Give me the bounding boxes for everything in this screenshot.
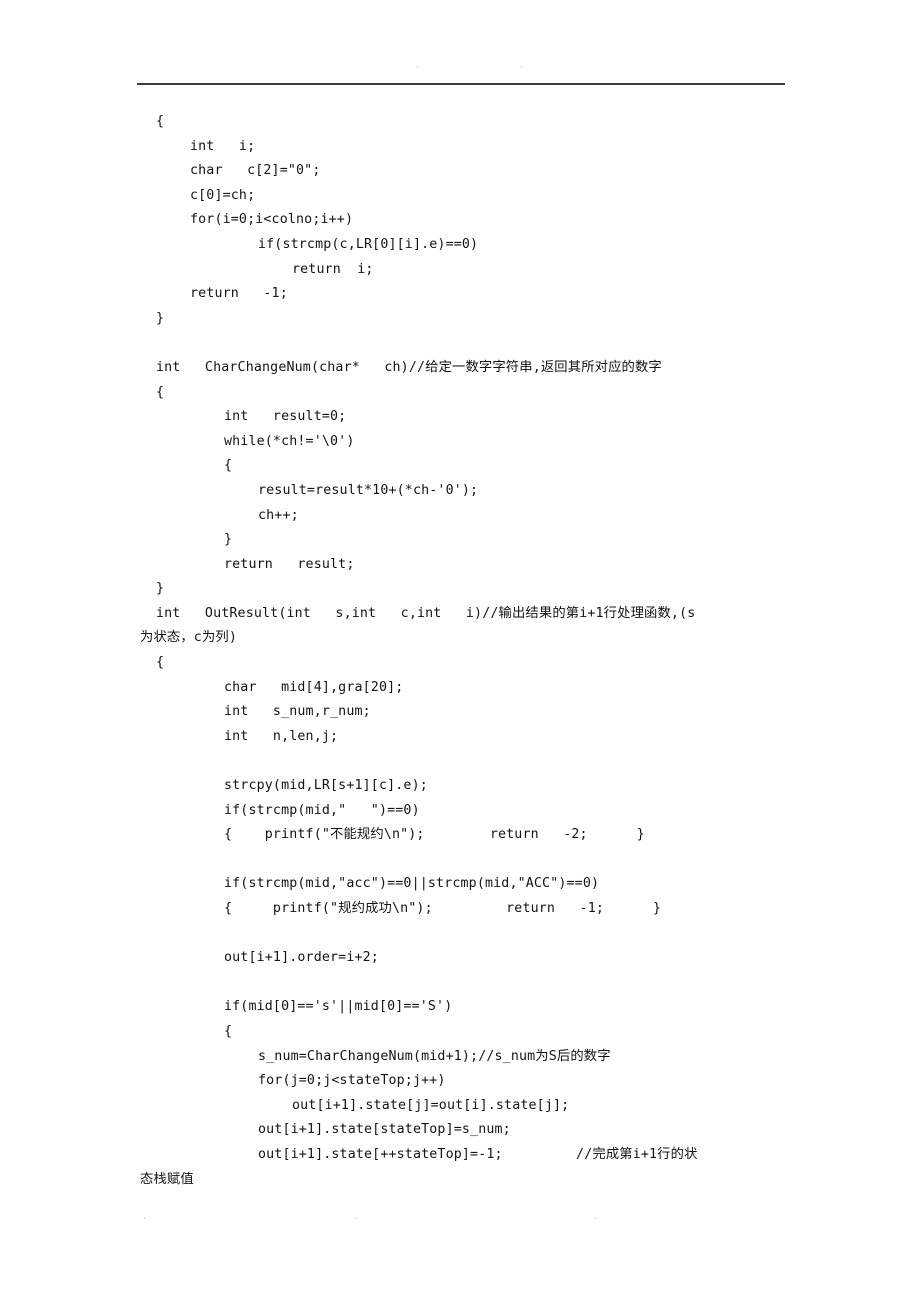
code-line: ch++; — [258, 507, 299, 523]
code-line: out[i+1].state[j]=out[i].state[j]; — [292, 1097, 570, 1113]
code-line: result=result*10+(*ch-'0'); — [258, 482, 479, 498]
code-line: } — [156, 581, 165, 597]
code-line: 为状态，c为列) — [140, 630, 237, 646]
code-line: int CharChangeNum(char* ch)//给定一数字字符串,返回… — [156, 359, 662, 375]
code-line: if(mid[0]=='s'||mid[0]=='S') — [224, 999, 453, 1015]
document-page: · · { int i; char c[2]="0"; c[0]=ch; for(i=0… — [0, 0, 920, 1302]
footer-mark: · — [143, 1214, 146, 1224]
code-line: { — [156, 114, 165, 129]
code-line: char c[2]="0"; — [190, 163, 321, 179]
code-line: if(strcmp(c,LR[0][i].e)==0) — [258, 236, 479, 252]
code-line: while(*ch!='\0') — [224, 433, 355, 449]
code-line: int n,len,j; — [224, 728, 339, 744]
code-line: { — [224, 1023, 233, 1039]
footer-mark: · — [594, 1214, 597, 1224]
code-line: if(strcmp(mid," ")==0) — [224, 802, 420, 818]
code-line: int i; — [190, 138, 256, 154]
header-marks: · · — [137, 62, 785, 82]
code-line: 态栈赋值 — [140, 1171, 194, 1187]
code-line: strcpy(mid,LR[s+1][c].e); — [224, 778, 428, 794]
code-line: { — [156, 384, 165, 400]
header-rule-divider — [137, 83, 785, 85]
code-line: int OutResult(int s,int c,int i)//输出结果的第… — [156, 605, 696, 621]
header-mark: · — [416, 63, 419, 73]
code-line: return result; — [224, 556, 355, 572]
code-line: out[i+1].order=i+2; — [224, 950, 379, 966]
code-line: s_num=CharChangeNum(mid+1);//s_num为S后的数字 — [258, 1048, 611, 1064]
code-line: int result=0; — [224, 409, 347, 425]
code-line: out[i+1].state[++stateTop]=-1; //完成第i+1行… — [258, 1146, 698, 1162]
code-line: { — [156, 655, 165, 671]
code-line: return i; — [292, 261, 374, 277]
code-line: { — [224, 458, 233, 474]
code-line: for(j=0;j<stateTop;j++) — [258, 1073, 446, 1089]
code-line: out[i+1].state[stateTop]=s_num; — [258, 1122, 511, 1138]
code-line: } — [224, 532, 233, 548]
code-line: if(strcmp(mid,"acc")==0||strcmp(mid,"ACC… — [224, 876, 600, 892]
page-header: · · — [137, 62, 785, 88]
code-line: c[0]=ch; — [190, 187, 256, 203]
footer-mark: · — [355, 1214, 358, 1224]
code-line: } — [156, 310, 165, 326]
page-footer: · · · — [137, 1215, 785, 1235]
code-line: int s_num,r_num; — [224, 704, 371, 720]
code-line: return -1; — [190, 286, 288, 302]
header-mark: · — [520, 63, 523, 73]
code-line: char mid[4],gra[20]; — [224, 679, 404, 695]
code-body: { int i; char c[2]="0"; c[0]=ch; for(i=0;i<c… — [140, 110, 840, 1192]
code-line: { printf("规约成功\n"); return -1; } — [224, 901, 662, 916]
code-line: { printf("不能规约\n"); return -2; } — [224, 827, 645, 843]
code-line: for(i=0;i<colno;i++) — [190, 212, 354, 228]
